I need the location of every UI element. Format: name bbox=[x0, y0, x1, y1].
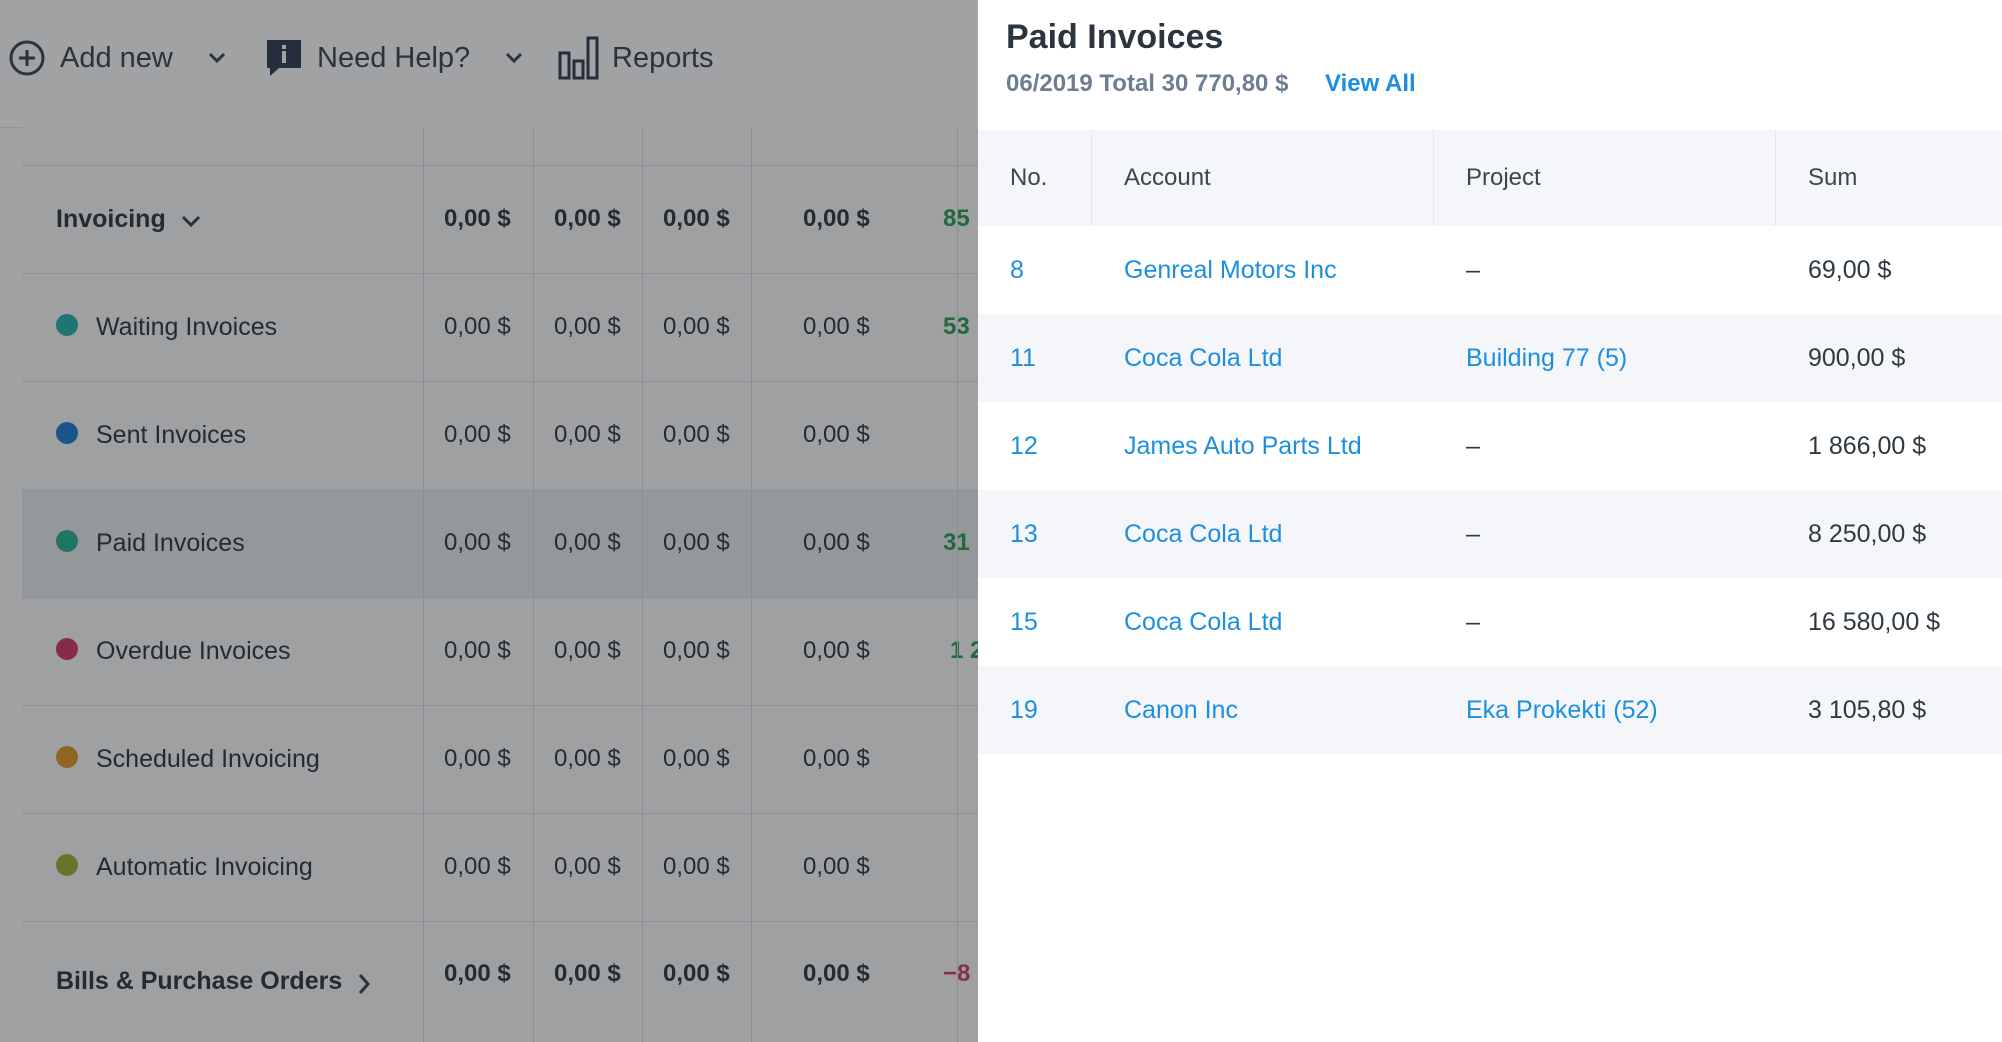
invoice-number-link[interactable]: 8 bbox=[1010, 226, 1024, 314]
column-divider bbox=[1091, 130, 1092, 226]
sum-cell: 1 866,00 $ bbox=[1808, 431, 1927, 460]
account-link[interactable]: Genreal Motors Inc bbox=[1124, 226, 1337, 314]
project-link[interactable]: Eka Prokekti (52) bbox=[1466, 666, 1658, 754]
project-cell: – bbox=[1466, 255, 1480, 284]
project-link[interactable]: Building 77 (5) bbox=[1466, 314, 1627, 402]
invoice-number-link[interactable]: 11 bbox=[1010, 314, 1036, 402]
column-header-project[interactable]: Project bbox=[1466, 130, 1541, 226]
panel-total: 06/2019 Total 30 770,80 $ bbox=[1006, 70, 1289, 97]
account-link[interactable]: Coca Cola Ltd bbox=[1124, 490, 1282, 578]
table-row[interactable]: 15 Coca Cola Ltd – 16 580,00 $ bbox=[978, 578, 2002, 666]
view-all-link[interactable]: View All bbox=[1325, 70, 1416, 98]
column-divider bbox=[1433, 130, 1434, 226]
table-row[interactable]: 13 Coca Cola Ltd – 8 250,00 $ bbox=[978, 490, 2002, 578]
panel-title: Paid Invoices bbox=[1006, 18, 1224, 56]
project-cell: – bbox=[1466, 519, 1480, 548]
paid-invoices-panel: Paid Invoices 06/2019 Total 30 770,80 $ … bbox=[978, 0, 2002, 1042]
column-header-no[interactable]: No. bbox=[1010, 130, 1047, 226]
invoice-number-link[interactable]: 19 bbox=[1010, 666, 1038, 754]
project-cell: – bbox=[1466, 431, 1480, 460]
invoice-number-link[interactable]: 15 bbox=[1010, 578, 1038, 666]
invoice-table-header: No. Account Project Sum bbox=[978, 130, 2002, 226]
table-row[interactable]: 19 Canon Inc Eka Prokekti (52) 3 105,80 … bbox=[978, 666, 2002, 754]
sum-cell: 16 580,00 $ bbox=[1808, 607, 1941, 636]
account-link[interactable]: Coca Cola Ltd bbox=[1124, 578, 1282, 666]
sum-cell: 900,00 $ bbox=[1808, 343, 1906, 372]
column-header-sum[interactable]: Sum bbox=[1808, 130, 1857, 226]
sum-cell: 8 250,00 $ bbox=[1808, 519, 1927, 548]
column-header-account[interactable]: Account bbox=[1124, 130, 1211, 226]
invoice-number-link[interactable]: 13 bbox=[1010, 490, 1038, 578]
project-cell: – bbox=[1466, 607, 1480, 636]
column-divider bbox=[1775, 130, 1776, 226]
account-link[interactable]: Canon Inc bbox=[1124, 666, 1238, 754]
invoice-number-link[interactable]: 12 bbox=[1010, 402, 1038, 490]
table-row[interactable]: 11 Coca Cola Ltd Building 77 (5) 900,00 … bbox=[978, 314, 2002, 402]
sum-cell: 3 105,80 $ bbox=[1808, 695, 1927, 724]
account-link[interactable]: Coca Cola Ltd bbox=[1124, 314, 1282, 402]
sum-cell: 69,00 $ bbox=[1808, 255, 1892, 284]
account-link[interactable]: James Auto Parts Ltd bbox=[1124, 402, 1362, 490]
modal-backdrop[interactable] bbox=[0, 0, 978, 1042]
table-row[interactable]: 12 James Auto Parts Ltd – 1 866,00 $ bbox=[978, 402, 2002, 490]
table-row[interactable]: 8 Genreal Motors Inc – 69,00 $ bbox=[978, 226, 2002, 314]
